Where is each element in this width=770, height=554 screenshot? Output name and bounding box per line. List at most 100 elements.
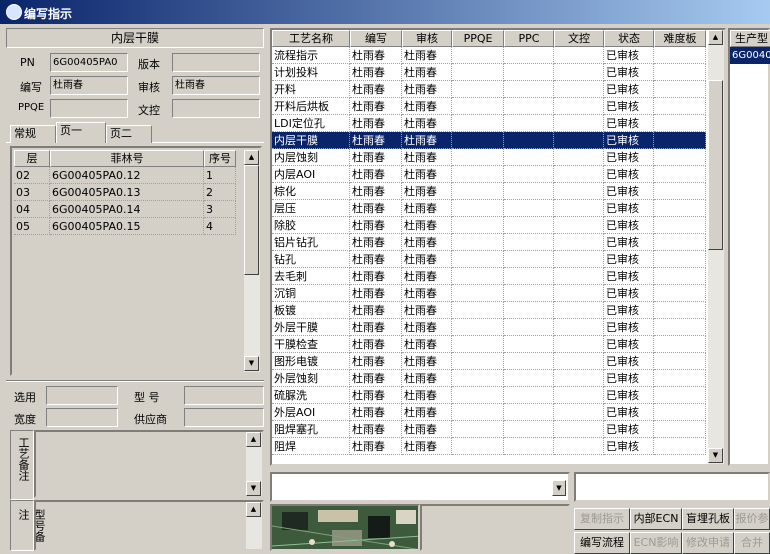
process-cell[interactable]	[654, 132, 706, 149]
process-cell[interactable]: 已审核	[604, 438, 654, 455]
film-number-cell[interactable]: 6G00405PA0.12	[50, 167, 204, 184]
process-cell[interactable]: 已审核	[604, 336, 654, 353]
writer-field[interactable]: 杜雨春	[50, 76, 128, 95]
process-cell[interactable]	[654, 64, 706, 81]
process-cell[interactable]	[452, 132, 504, 149]
action-button[interactable]: 报价参	[734, 508, 770, 530]
process-cell[interactable]	[654, 166, 706, 183]
process-cell[interactable]	[554, 268, 604, 285]
process-cell[interactable]	[654, 421, 706, 438]
process-cell[interactable]: 内层蚀刻	[272, 149, 350, 166]
process-cell[interactable]: 杜雨春	[350, 166, 402, 183]
process-cell[interactable]	[554, 421, 604, 438]
process-cell[interactable]: 杜雨春	[402, 132, 452, 149]
process-cell[interactable]: 杜雨春	[350, 183, 402, 200]
process-cell[interactable]	[452, 234, 504, 251]
process-cell[interactable]	[654, 336, 706, 353]
process-cell[interactable]	[504, 353, 554, 370]
process-cell[interactable]	[452, 370, 504, 387]
process-cell[interactable]	[504, 234, 554, 251]
process-cell[interactable]: 杜雨春	[402, 47, 452, 64]
process-cell[interactable]: 杜雨春	[402, 370, 452, 387]
process-cell[interactable]	[504, 251, 554, 268]
process-cell[interactable]	[452, 166, 504, 183]
process-cell[interactable]: 杜雨春	[402, 336, 452, 353]
layer-col-header[interactable]: 层	[14, 150, 50, 167]
process-cell[interactable]: 计划投料	[272, 64, 350, 81]
process-cell[interactable]	[504, 47, 554, 64]
process-cell[interactable]: 杜雨春	[350, 353, 402, 370]
process-cell[interactable]: 杜雨春	[402, 268, 452, 285]
process-cell[interactable]	[554, 98, 604, 115]
process-cell[interactable]	[654, 217, 706, 234]
process-cell[interactable]	[654, 438, 706, 455]
process-cell[interactable]: 已审核	[604, 64, 654, 81]
scroll-down-icon[interactable]: ▼	[246, 481, 261, 496]
process-cell[interactable]	[654, 268, 706, 285]
process-cell[interactable]	[452, 47, 504, 64]
process-cell[interactable]: 已审核	[604, 81, 654, 98]
select-field[interactable]	[46, 386, 118, 405]
scroll-up-icon[interactable]: ▲	[246, 432, 261, 447]
process-cell[interactable]: 杜雨春	[350, 336, 402, 353]
sequence-cell[interactable]: 4	[204, 218, 236, 235]
bottom-right-field[interactable]	[574, 472, 770, 502]
process-cell[interactable]: 杜雨春	[402, 438, 452, 455]
process-cell[interactable]: 杜雨春	[350, 149, 402, 166]
ppqe-field[interactable]	[50, 99, 128, 118]
process-cell[interactable]	[504, 64, 554, 81]
seq-col-header[interactable]: 序号	[204, 150, 236, 167]
process-cell[interactable]	[554, 183, 604, 200]
process-cell[interactable]: 杜雨春	[402, 285, 452, 302]
action-button[interactable]: 内部ECN	[630, 508, 682, 530]
process-cell[interactable]: 去毛刺	[272, 268, 350, 285]
process-cell[interactable]: 杜雨春	[402, 319, 452, 336]
process-col-header[interactable]: 审核	[402, 30, 452, 47]
process-cell[interactable]: 杜雨春	[402, 251, 452, 268]
process-cell[interactable]: 杜雨春	[350, 438, 402, 455]
process-cell[interactable]	[504, 183, 554, 200]
process-cell[interactable]: 已审核	[604, 404, 654, 421]
scroll-up-icon[interactable]: ▲	[708, 30, 723, 45]
process-cell[interactable]: 已审核	[604, 302, 654, 319]
process-cell[interactable]	[452, 387, 504, 404]
process-cell[interactable]: 杜雨春	[402, 200, 452, 217]
film-number-cell[interactable]: 6G00405PA0.15	[50, 218, 204, 235]
process-cell[interactable]	[554, 234, 604, 251]
process-cell[interactable]	[452, 421, 504, 438]
process-cell[interactable]: 流程指示	[272, 47, 350, 64]
process-cell[interactable]	[504, 132, 554, 149]
model-field[interactable]	[184, 386, 264, 405]
process-cell[interactable]	[554, 166, 604, 183]
process-cell[interactable]: 杜雨春	[402, 421, 452, 438]
tab-page-one[interactable]: 页一	[56, 122, 106, 143]
process-cell[interactable]: 铝片钻孔	[272, 234, 350, 251]
process-cell[interactable]	[654, 353, 706, 370]
process-cell[interactable]: 已审核	[604, 387, 654, 404]
process-cell[interactable]: 杜雨春	[402, 387, 452, 404]
process-cell[interactable]	[654, 319, 706, 336]
process-cell[interactable]	[452, 285, 504, 302]
chevron-down-icon[interactable]: ▼	[552, 480, 566, 496]
process-cell[interactable]: 已审核	[604, 217, 654, 234]
process-cell[interactable]	[504, 421, 554, 438]
process-cell[interactable]	[654, 115, 706, 132]
production-panel[interactable]: 生产型 6G00405	[728, 28, 770, 466]
process-cell[interactable]: 杜雨春	[350, 200, 402, 217]
process-cell[interactable]: 已审核	[604, 47, 654, 64]
layer-cell[interactable]: 05	[14, 218, 50, 235]
process-cell[interactable]: 杜雨春	[350, 64, 402, 81]
process-cell[interactable]: 已审核	[604, 200, 654, 217]
process-cell[interactable]: 外层蚀刻	[272, 370, 350, 387]
process-cell[interactable]	[504, 319, 554, 336]
process-cell[interactable]	[504, 166, 554, 183]
process-cell[interactable]	[554, 251, 604, 268]
process-cell[interactable]	[452, 149, 504, 166]
process-cell[interactable]	[452, 336, 504, 353]
process-cell[interactable]	[504, 387, 554, 404]
process-cell[interactable]	[654, 285, 706, 302]
process-cell[interactable]: 杜雨春	[402, 166, 452, 183]
sequence-cell[interactable]: 3	[204, 201, 236, 218]
sequence-cell[interactable]: 1	[204, 167, 236, 184]
supplier-field[interactable]	[184, 408, 264, 427]
